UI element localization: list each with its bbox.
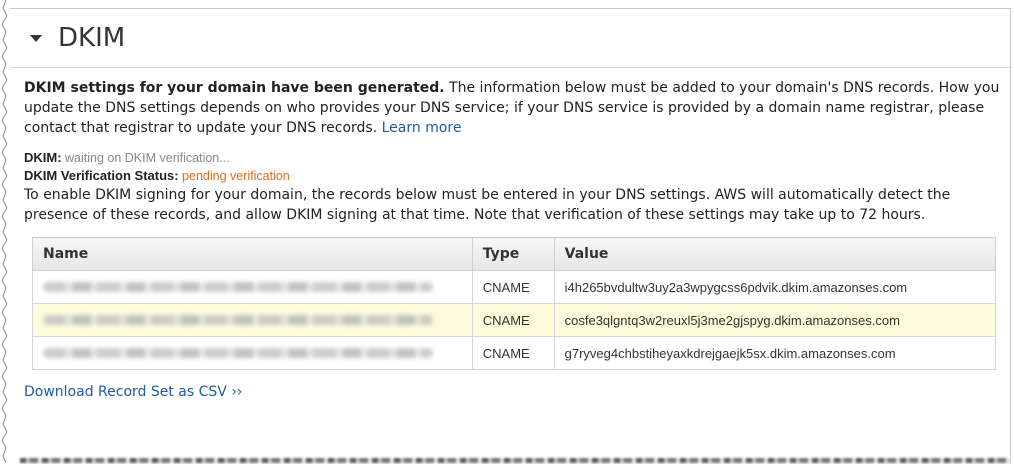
record-name-cell bbox=[32, 336, 473, 370]
record-type-cell: CNAME bbox=[471, 270, 555, 304]
record-name-cell bbox=[32, 303, 473, 337]
section-title: DKIM bbox=[58, 23, 126, 53]
dkim-status-line: DKIM: waiting on DKIM verification... bbox=[24, 149, 1010, 167]
dkim-status-value: waiting on DKIM verification... bbox=[61, 151, 230, 165]
record-value-cell: cosfe3qlgntq3w2reuxl5j3me2gjspyg.dkim.am… bbox=[553, 303, 997, 337]
dkim-status-label: DKIM: bbox=[24, 150, 62, 165]
section-header[interactable]: DKIM bbox=[10, 9, 1010, 68]
torn-edge bbox=[1, 0, 8, 463]
table-header-row: Name Type Value bbox=[32, 237, 997, 271]
generated-message: DKIM settings for your domain have been … bbox=[24, 78, 1004, 138]
dns-records-table: Name Type Value CNAME i4h265bvdultw3uy2a… bbox=[32, 237, 997, 370]
download-csv-link[interactable]: Download Record Set as CSV ›› bbox=[24, 384, 243, 400]
section-content: DKIM settings for your domain have been … bbox=[10, 68, 1010, 400]
table-row: CNAME g7ryveg4chbstiheyaxkdrejgaejk5sx.d… bbox=[32, 336, 997, 370]
verification-status-line: DKIM Verification Status: pending verifi… bbox=[24, 167, 1010, 185]
download-area: Download Record Set as CSV ›› bbox=[24, 384, 1010, 400]
redacted-name bbox=[43, 282, 433, 292]
dkim-panel: DKIM DKIM settings for your domain have … bbox=[10, 8, 1011, 464]
record-type-cell: CNAME bbox=[471, 336, 555, 370]
record-type-cell: CNAME bbox=[471, 303, 555, 337]
column-header-type[interactable]: Type bbox=[471, 237, 555, 271]
instructions-text: To enable DKIM signing for your domain, … bbox=[24, 187, 951, 223]
redacted-name bbox=[43, 348, 433, 358]
record-value-cell: i4h265bvdultw3uy2a3wpygcss6pdvik.dkim.am… bbox=[553, 270, 997, 304]
verification-status-label: DKIM Verification Status: bbox=[24, 168, 179, 183]
redacted-name bbox=[43, 315, 433, 325]
collapse-caret-icon[interactable] bbox=[28, 30, 44, 46]
column-header-name[interactable]: Name bbox=[32, 237, 473, 271]
verification-status-value: pending verification bbox=[178, 169, 290, 183]
record-value-cell: g7ryveg4chbstiheyaxkdrejgaejk5sx.dkim.am… bbox=[553, 336, 997, 370]
record-name-cell bbox=[32, 270, 473, 304]
column-header-value[interactable]: Value bbox=[553, 237, 997, 271]
learn-more-link[interactable]: Learn more bbox=[382, 120, 462, 136]
generated-message-bold: DKIM settings for your domain have been … bbox=[24, 80, 445, 96]
table-row: CNAME cosfe3qlgntq3w2reuxl5j3me2gjspyg.d… bbox=[32, 303, 997, 337]
cutoff-text-fragment bbox=[20, 458, 1010, 463]
dkim-status-block: DKIM: waiting on DKIM verification... DK… bbox=[24, 149, 1010, 185]
table-row: CNAME i4h265bvdultw3uy2a3wpygcss6pdvik.d… bbox=[32, 270, 997, 304]
